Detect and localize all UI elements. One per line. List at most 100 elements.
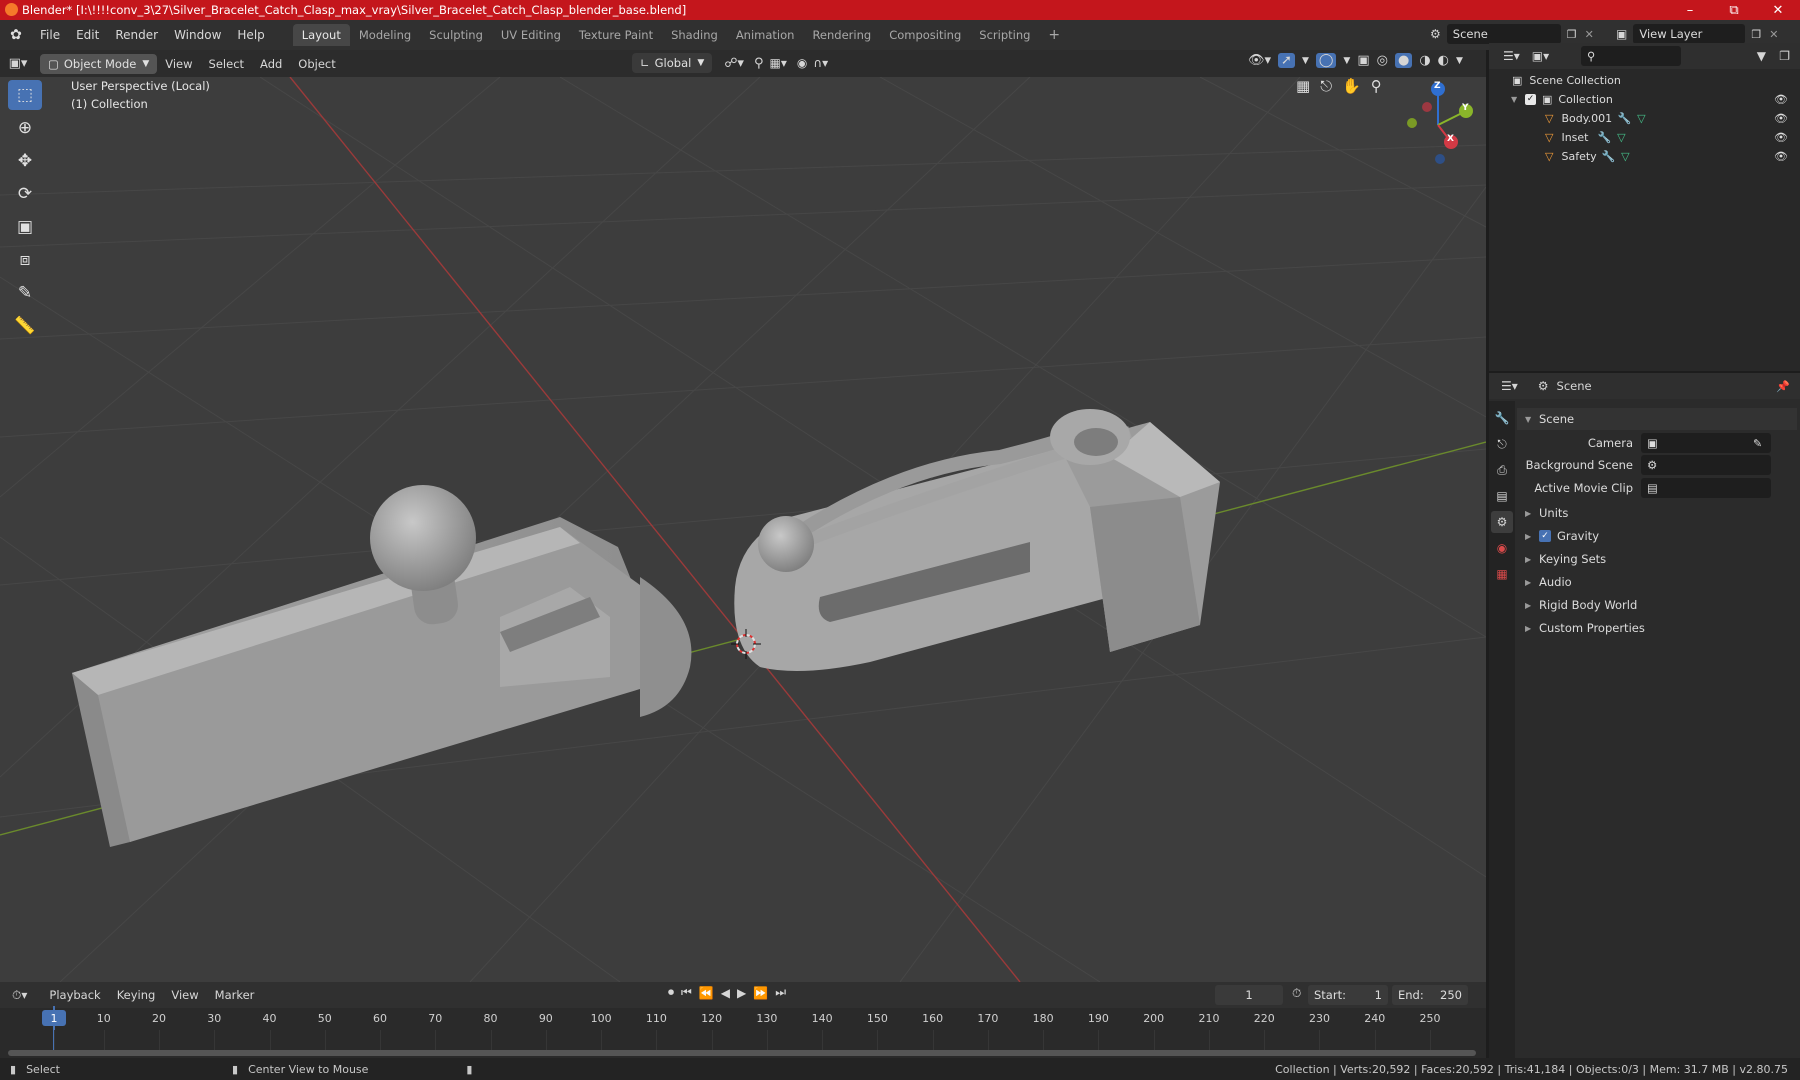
wireframe-shading-icon[interactable]: ◎ [1377,53,1388,68]
menu-select[interactable]: Select [201,54,252,74]
timeline-scrollbar[interactable] [8,1050,1476,1056]
minimize-button[interactable]: – [1668,0,1712,20]
editor-type-icon[interactable]: ▣▾ [0,56,36,71]
menu-playback[interactable]: Playback [41,985,108,1005]
select-box-tool-icon[interactable]: ⬚ [8,80,42,110]
background-scene-field[interactable]: ⚙ [1641,455,1771,475]
chevron-down-icon[interactable]: ▼ [1302,56,1309,66]
collection-checkbox[interactable]: ✓ [1525,94,1536,105]
add-workspace-button[interactable]: + [1039,24,1069,46]
rendered-shading-icon[interactable]: ◐ [1438,53,1449,68]
pin-icon[interactable]: 📌 [1776,380,1790,393]
tab-uv-editing[interactable]: UV Editing [492,24,570,46]
menu-add[interactable]: Add [252,54,290,74]
rigid-body-world-panel-header[interactable]: ▶ Rigid Body World [1519,594,1795,616]
gravity-panel-header[interactable]: ▶ ✓ Gravity [1519,525,1795,547]
tab-rendering[interactable]: Rendering [803,24,880,46]
close-button[interactable]: ✕ [1756,0,1800,20]
new-view-layer-icon[interactable]: ❐ [1751,28,1761,41]
view-layer-properties-icon[interactable]: ▤ [1491,485,1513,507]
material-shading-icon[interactable]: ◑ [1419,53,1430,68]
tab-animation[interactable]: Animation [727,24,804,46]
view-layer-field[interactable]: View Layer [1633,24,1746,44]
snap-target-icon[interactable]: ▦▾ [769,56,786,70]
chevron-down-icon[interactable]: ▼ [1456,56,1463,66]
play-reverse-icon[interactable]: ◀ [721,986,730,1000]
tab-compositing[interactable]: Compositing [880,24,970,46]
visibility-eye-icon[interactable]: 👁 [1774,150,1788,163]
object-mode-dropdown[interactable]: ▢ Object Mode ▼ [40,53,158,74]
camera-view-icon[interactable]: ⎋ [1320,77,1332,95]
outliner-object-row[interactable]: ▽ Inset 🔧 ▽ 👁 [1489,128,1800,147]
filter-icon[interactable]: ▼ [1757,49,1766,63]
measure-tool-icon[interactable]: 📏 [8,311,42,341]
pan-hand-icon[interactable]: ✋ [1342,77,1361,95]
display-mode-icon[interactable]: ▣▾ [1532,49,1549,63]
output-properties-icon[interactable]: ⎙ [1491,459,1513,481]
gizmo-x-label[interactable]: X [1447,134,1454,144]
tab-texture-paint[interactable]: Texture Paint [570,24,662,46]
chevron-down-icon[interactable]: ▼ [1343,56,1350,66]
tab-shading[interactable]: Shading [662,24,727,46]
custom-properties-panel-header[interactable]: ▶ Custom Properties [1519,617,1795,639]
delete-view-layer-icon[interactable]: ✕ [1769,28,1778,41]
menu-timeline-view[interactable]: View [163,985,206,1005]
rotate-tool-icon[interactable]: ⟳ [8,179,42,209]
collection-row[interactable]: ▼ ✓ ▣ Collection 👁 [1489,90,1800,109]
scene-properties-tab-icon[interactable]: ⚙ [1491,511,1513,533]
jump-end-icon[interactable]: ⏭ [775,985,786,1000]
camera-field[interactable]: ▣ [1641,433,1771,453]
3d-viewport[interactable]: Z Y X User Perspective (Local) (1) Colle… [0,77,1486,982]
view-layer-icon[interactable]: ▣ [1616,27,1627,41]
pivot-point-icon[interactable]: ☍▾ [724,56,744,71]
menu-marker[interactable]: Marker [207,985,263,1005]
new-collection-icon[interactable]: ❐ [1779,49,1790,63]
outliner-object-row[interactable]: ▽ Safety 🔧 ▽ 👁 [1489,147,1800,166]
overlays-icon[interactable]: ◯ [1315,53,1337,68]
jump-keyframe-back-icon[interactable]: ⏪ [699,986,714,1000]
play-icon[interactable]: ▶ [737,986,746,1000]
eyedropper-icon[interactable]: ✎ [1753,437,1762,450]
maximize-button[interactable]: ⧉ [1712,0,1756,20]
keying-sets-panel-header[interactable]: ▶ Keying Sets [1519,548,1795,570]
world-properties-icon[interactable]: ◉ [1491,537,1513,559]
visibility-eye-icon[interactable]: 👁 [1774,93,1788,106]
end-frame-field[interactable]: End: 250 [1392,985,1468,1005]
outliner-object-row[interactable]: ▽ Body.001 🔧 ▽ 👁 [1489,109,1800,128]
texture-properties-icon[interactable]: ▦ [1491,563,1513,585]
audio-panel-header[interactable]: ▶ Audio [1519,571,1795,593]
menu-render[interactable]: Render [107,23,166,47]
visibility-eye-icon[interactable]: 👁 [1774,112,1788,125]
active-movie-clip-field[interactable]: ▤ [1641,478,1771,498]
start-frame-field[interactable]: Start: 1 [1308,985,1388,1005]
gravity-checkbox[interactable]: ✓ [1539,530,1551,542]
jump-start-icon[interactable]: ⏮ [681,985,692,1000]
menu-object[interactable]: Object [290,54,343,74]
xray-icon[interactable]: ▣ [1357,53,1369,68]
tab-layout[interactable]: Layout [292,24,350,46]
menu-view[interactable]: View [157,54,200,74]
render-properties-icon[interactable]: ⎋ [1491,433,1513,455]
stopwatch-icon[interactable]: ⏱ [1292,986,1301,1001]
new-scene-icon[interactable]: ❐ [1567,28,1577,41]
jump-keyframe-forward-icon[interactable]: ⏩ [753,986,768,1000]
menu-keying[interactable]: Keying [109,985,164,1005]
timeline-editor-icon[interactable]: ⏱▾ [12,988,27,1003]
delete-scene-icon[interactable]: ✕ [1585,28,1594,41]
solid-shading-icon[interactable]: ● [1394,53,1413,68]
gizmo-z-label[interactable]: Z [1434,81,1441,91]
move-tool-icon[interactable]: ✥ [8,146,42,176]
visibility-eye-icon[interactable]: 👁 [1774,131,1788,144]
falloff-icon[interactable]: ∩▾ [813,56,828,70]
annotate-tool-icon[interactable]: ✎ [8,278,42,308]
transform-tool-icon[interactable]: ⧈ [8,245,42,275]
menu-help[interactable]: Help [229,23,272,47]
current-frame-field[interactable]: 1 [1215,985,1283,1005]
scene-field[interactable]: Scene [1446,24,1561,44]
record-button-icon[interactable]: ⏺ [668,985,674,1000]
tab-scripting[interactable]: Scripting [970,24,1039,46]
menu-edit[interactable]: Edit [68,23,107,47]
menu-window[interactable]: Window [166,23,229,47]
scene-icon[interactable]: ⚙ [1430,27,1441,41]
properties-editor-icon[interactable]: ☰▾ [1501,379,1518,393]
